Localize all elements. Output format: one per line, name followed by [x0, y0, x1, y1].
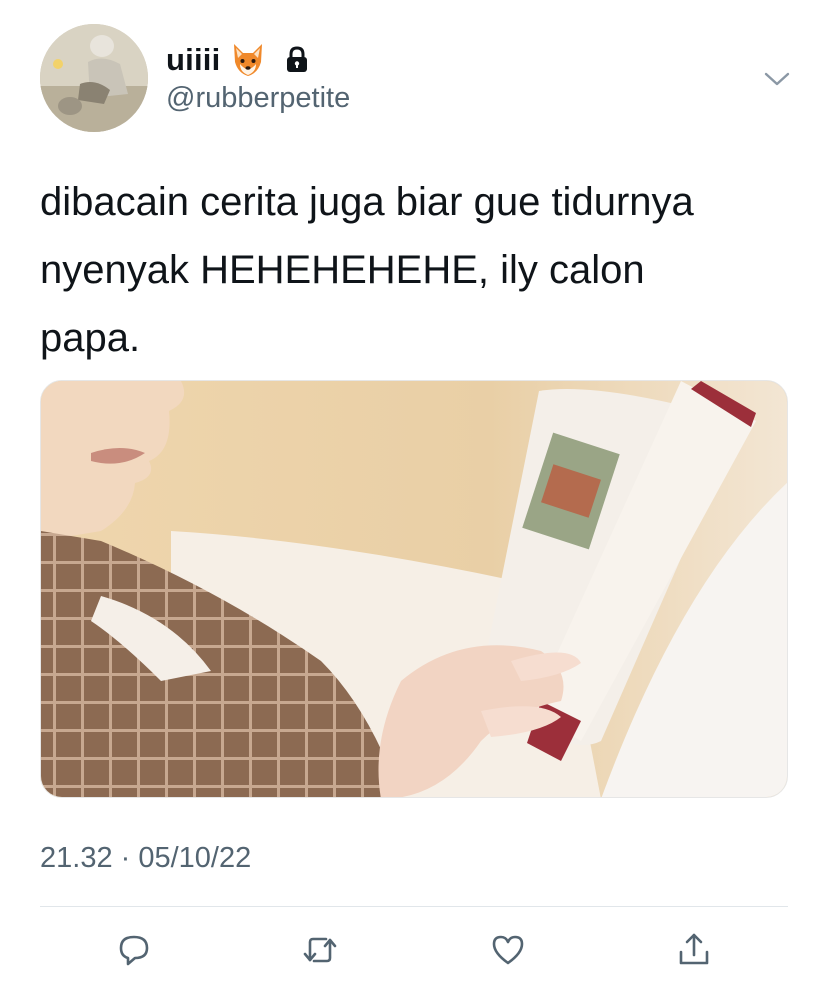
user-handle[interactable]: @rubberpetite — [166, 82, 350, 115]
divider — [40, 906, 788, 907]
avatar[interactable] — [40, 24, 148, 132]
fox-emoji-icon — [234, 44, 263, 76]
tweet-media-image[interactable] — [40, 380, 788, 798]
chevron-down-icon[interactable] — [760, 62, 794, 96]
tweet-actions — [40, 924, 788, 976]
like-button[interactable] — [482, 924, 534, 976]
tweet-text: dibacain cerita juga biar gue tidurnya n… — [40, 180, 694, 360]
share-button[interactable] — [668, 924, 720, 976]
retweet-button[interactable] — [294, 924, 346, 976]
tweet: uiiii @rubberpetite dibacain cerita juga… — [0, 0, 828, 994]
reply-icon — [119, 935, 149, 966]
display-name[interactable]: uiiii — [166, 42, 220, 78]
retweet-icon — [303, 937, 337, 963]
heart-icon — [492, 935, 524, 965]
reply-button[interactable] — [108, 924, 160, 976]
share-icon — [679, 933, 709, 965]
tweet-timestamp[interactable]: 21.32 · 05/10/22 — [40, 842, 251, 875]
user-name-line[interactable]: uiiii — [166, 38, 312, 82]
lock-icon — [287, 46, 308, 72]
